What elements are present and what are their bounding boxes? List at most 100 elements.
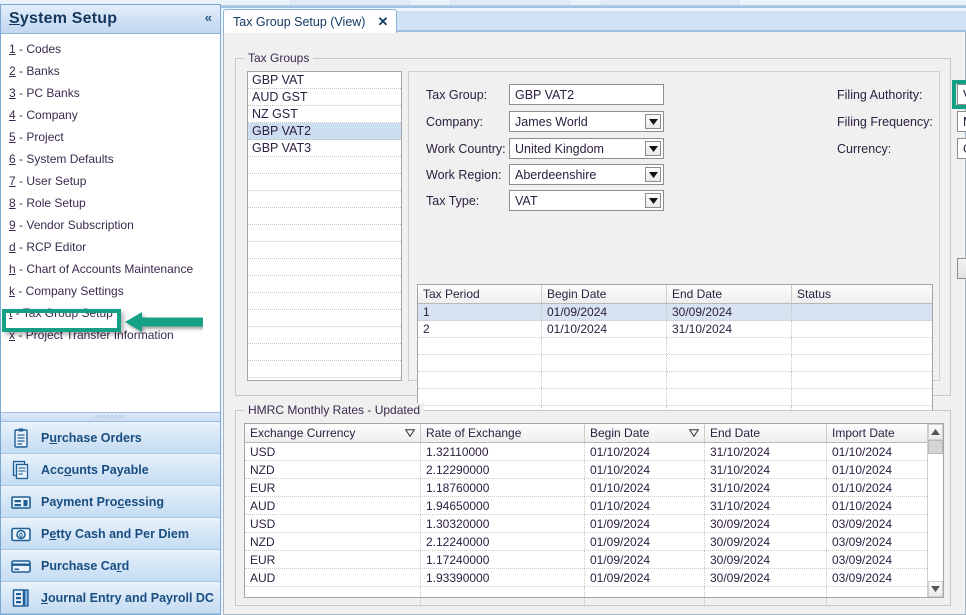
chevron-down-icon[interactable]: [645, 141, 661, 156]
sidebar-item-banks[interactable]: 2 - Banks: [1, 60, 220, 82]
hmrc-rates-grid[interactable]: Exchange Currency Rate of Exchange Begin…: [244, 423, 944, 605]
sidebar-item-project[interactable]: 5 - Project: [1, 126, 220, 148]
nav-button-label: Accounts Payable: [41, 462, 149, 477]
sidebar-item-system-defaults[interactable]: 6 - System Defaults: [1, 148, 220, 170]
table-row-blank[interactable]: [418, 372, 932, 389]
cell-rate-of-exchange: 1.32110000: [421, 443, 585, 460]
list-item-blank[interactable]: [248, 293, 401, 310]
nav-button-purchase-card[interactable]: Purchase Card: [1, 550, 220, 582]
table-row[interactable]: NZD 2.12290000 01/10/2024 31/10/2024 01/…: [245, 461, 927, 479]
annotation-highlight-tax-group-setup: [2, 309, 121, 332]
table-row[interactable]: NZD 2.12240000 01/09/2024 30/09/2024 03/…: [245, 533, 927, 551]
vertical-scrollbar[interactable]: [927, 424, 943, 597]
double-chevron-left-icon[interactable]: «: [205, 11, 212, 25]
company-combo[interactable]: James World: [509, 111, 664, 132]
currency-value: GBP: [958, 142, 966, 156]
sidebar-resize-grip[interactable]: ▫▫▫▫▫▫▫▫: [1, 412, 220, 422]
tax-type-combo[interactable]: VAT: [509, 190, 664, 211]
table-row-blank[interactable]: [418, 338, 932, 355]
chevron-down-icon[interactable]: [645, 167, 661, 182]
chevron-down-icon[interactable]: [645, 193, 661, 208]
list-item-blank[interactable]: [248, 225, 401, 242]
page-title: System Setup: [9, 10, 118, 27]
cell-end-date: 31/10/2024: [667, 321, 792, 337]
scroll-down-icon[interactable]: [928, 581, 943, 597]
list-item[interactable]: GBP VAT: [248, 72, 401, 89]
table-row[interactable]: USD 1.32110000 01/10/2024 31/10/2024 01/…: [245, 443, 927, 461]
tab-tax-group-setup[interactable]: Tax Group Setup (View) ✕: [223, 9, 398, 33]
list-item-blank[interactable]: [248, 344, 401, 361]
list-item-blank[interactable]: [248, 310, 401, 327]
nav-button-accounts-payable[interactable]: Accounts Payable: [1, 454, 220, 486]
nav-button-purchase-orders[interactable]: Purchase Orders: [1, 422, 220, 454]
sidebar-item-role-setup[interactable]: 8 - Role Setup: [1, 192, 220, 214]
chevron-down-icon[interactable]: [645, 114, 661, 129]
column-header-rate-of-exchange[interactable]: Rate of Exchange: [421, 424, 585, 442]
list-item-selected[interactable]: GBP VAT2: [248, 123, 401, 140]
list-item-blank[interactable]: [248, 242, 401, 259]
sidebar-item-company[interactable]: 4 - Company: [1, 104, 220, 126]
list-item-blank[interactable]: [248, 208, 401, 225]
table-row-blank[interactable]: [418, 389, 932, 406]
scrollbar-thumb[interactable]: [928, 440, 943, 454]
column-header-begin-date[interactable]: Begin Date: [585, 424, 705, 442]
table-row[interactable]: AUD 1.93390000 01/09/2024 30/09/2024 03/…: [245, 569, 927, 587]
table-row-blank[interactable]: [245, 587, 927, 605]
list-item-blank[interactable]: [248, 191, 401, 208]
main-pane: Tax Group Setup (View) ✕ Tax Groups GBP …: [223, 8, 966, 615]
cell-import-date: 03/09/2024: [832, 535, 893, 549]
sidebar-item-codes[interactable]: 1 - Codes: [1, 38, 220, 60]
tax-group-listbox[interactable]: GBP VAT AUD GST NZ GST GBP VAT2 GBP VAT3: [247, 71, 402, 381]
close-tax-period-button[interactable]: Close Tax Period: [957, 258, 966, 279]
cell-import-date: 03/09/2024: [832, 517, 893, 531]
table-row-blank[interactable]: [418, 355, 932, 372]
list-item-blank[interactable]: [248, 259, 401, 276]
scrollbar-track[interactable]: [928, 454, 943, 581]
column-header-import-date[interactable]: Import Date: [827, 424, 927, 442]
sidebar-item-company-settings[interactable]: k - Company Settings: [1, 280, 220, 302]
table-row[interactable]: AUD 1.94650000 01/10/2024 31/10/2024 01/…: [245, 497, 927, 515]
list-item-blank[interactable]: [248, 174, 401, 191]
list-item-blank[interactable]: [248, 361, 401, 378]
cell-exchange-currency: AUD: [245, 569, 421, 586]
currency-combo[interactable]: GBP: [957, 138, 966, 159]
column-header-begin-date[interactable]: Begin Date: [542, 285, 667, 303]
column-header-tax-period[interactable]: Tax Period: [418, 285, 542, 303]
ledger-book-icon: [10, 587, 32, 609]
list-item-blank[interactable]: [248, 276, 401, 293]
column-header-status[interactable]: Status: [792, 285, 932, 303]
sidebar-item-pc-banks[interactable]: 3 - PC Banks: [1, 82, 220, 104]
list-item[interactable]: GBP VAT3: [248, 140, 401, 157]
work-region-combo[interactable]: Aberdeenshire: [509, 164, 664, 185]
table-row[interactable]: USD 1.30320000 01/09/2024 30/09/2024 03/…: [245, 515, 927, 533]
sidebar-item-user-setup[interactable]: 7 - User Setup: [1, 170, 220, 192]
svg-text:0: 0: [19, 532, 23, 539]
tax-group-field[interactable]: GBP VAT2: [509, 84, 664, 105]
filing-frequency-combo[interactable]: Monthly: [957, 111, 966, 132]
nav-button-petty-cash-and-per-diem[interactable]: 0 Petty Cash and Per Diem: [1, 518, 220, 550]
close-icon[interactable]: ✕: [377, 14, 388, 30]
cell-rate-of-exchange: 1.94650000: [421, 497, 585, 514]
table-row[interactable]: 2 01/10/2024 31/10/2024: [418, 321, 932, 338]
sidebar-item-vendor-subscription[interactable]: 9 - Vendor Subscription: [1, 214, 220, 236]
scroll-up-icon[interactable]: [928, 424, 943, 440]
column-header-exchange-currency[interactable]: Exchange Currency: [245, 424, 421, 442]
list-item[interactable]: AUD GST: [248, 89, 401, 106]
work-region-label: Work Region:: [426, 168, 502, 182]
list-item[interactable]: NZ GST: [248, 106, 401, 123]
table-row[interactable]: EUR 1.18760000 01/10/2024 31/10/2024 01/…: [245, 479, 927, 497]
column-header-end-date[interactable]: End Date: [705, 424, 827, 442]
cell-end-date: 30/09/2024: [705, 533, 827, 550]
list-item-blank[interactable]: [248, 327, 401, 344]
table-row[interactable]: EUR 1.17240000 01/09/2024 30/09/2024 03/…: [245, 551, 927, 569]
list-item-blank[interactable]: [248, 157, 401, 174]
sidebar-item-rcp-editor[interactable]: d - RCP Editor: [1, 236, 220, 258]
nav-button-journal-entry-and-payroll-dc[interactable]: Journal Entry and Payroll DC: [1, 582, 220, 614]
sidebar-item-chart-of-accounts-maintenance[interactable]: h - Chart of Accounts Maintenance: [1, 258, 220, 280]
nav-button-payment-processing[interactable]: Payment Processing: [1, 486, 220, 518]
cell-rate-of-exchange: 1.17240000: [421, 551, 585, 568]
left-arrow-annotation: [125, 311, 203, 333]
work-country-combo[interactable]: United Kingdom: [509, 138, 664, 159]
table-row[interactable]: 1 01/09/2024 30/09/2024: [418, 304, 932, 321]
column-header-end-date[interactable]: End Date: [667, 285, 792, 303]
